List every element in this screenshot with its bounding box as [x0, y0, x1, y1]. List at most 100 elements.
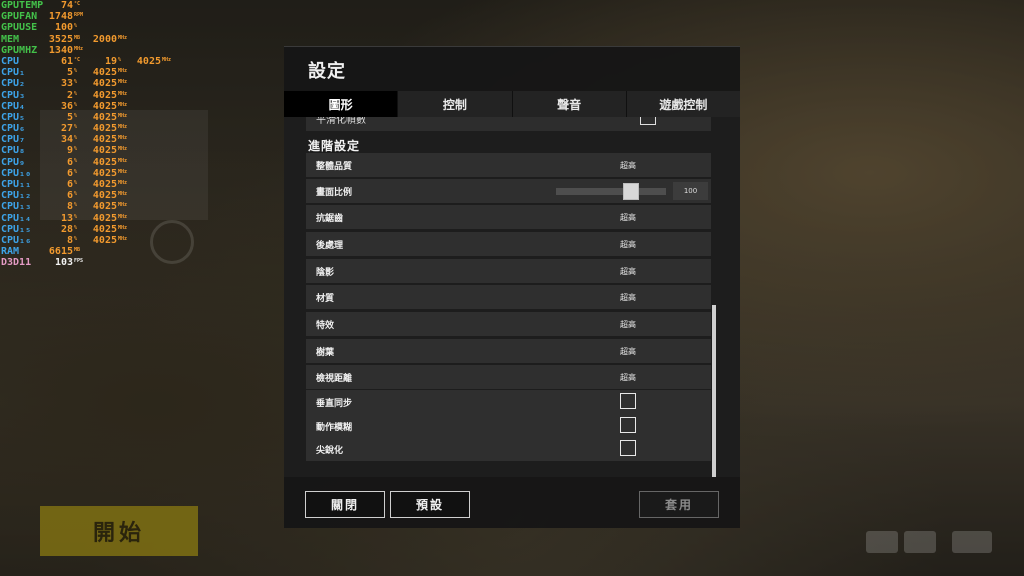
settings-dialog: 設定 圖形 控制 聲音 遊戲控制 平滑化幀數 進階設定 整體品質 超高 畫面比例…	[284, 46, 740, 528]
background-button-a	[866, 531, 898, 553]
overlay-u1: %	[74, 146, 78, 153]
overlay-u2: MHz	[118, 146, 128, 153]
smoothing-checkbox[interactable]	[640, 117, 656, 125]
screen-scale-slider-handle[interactable]	[622, 183, 639, 200]
overlay-u2: MHz	[118, 90, 128, 97]
overlay-v1: 5	[66, 111, 73, 123]
overlay-v2: 4025	[92, 134, 117, 146]
tab-controls[interactable]: 控制	[398, 91, 513, 117]
close-button[interactable]: 關閉	[305, 491, 385, 518]
setting-label: 抗鋸齒	[316, 214, 344, 224]
overlay-label: CPU₅	[1, 111, 26, 123]
overlay-label: CPU₃	[1, 89, 26, 101]
setting-value[interactable]: 超高	[620, 212, 636, 223]
overlay-v1: 5	[66, 67, 73, 79]
overlay-u1: %	[74, 168, 78, 175]
sharpen-checkbox[interactable]	[620, 440, 636, 456]
tab-graphics[interactable]: 圖形	[284, 91, 399, 117]
setting-label: 材質	[316, 294, 335, 304]
overlay-v1: 28	[60, 223, 73, 235]
overlay-u1: RPM	[74, 12, 84, 19]
screen-scale-value-input[interactable]: 100	[673, 182, 708, 200]
overlay-u1: MB	[74, 247, 81, 254]
overlay-v2: 4025	[92, 111, 117, 123]
overlay-label: GPUFAN	[1, 11, 38, 23]
content-scrollbar[interactable]	[712, 305, 716, 477]
overlay-u2: MHz	[118, 112, 128, 119]
setting-row-foliage[interactable]: 樹葉 超高	[306, 339, 711, 363]
overlay-label: CPU₉	[1, 156, 26, 168]
vsync-checkbox[interactable]	[620, 393, 636, 409]
overlay-v1: 27	[60, 123, 73, 135]
setting-label: 整體品質	[316, 162, 353, 172]
overlay-label: GPUUSE	[1, 22, 38, 34]
overlay-u1: %	[74, 124, 78, 131]
setting-value[interactable]: 超高	[620, 319, 636, 330]
overlay-u2: MHz	[118, 202, 128, 209]
overlay-u1: %	[74, 68, 78, 75]
overlay-v1: 6	[66, 167, 73, 179]
setting-row-shadows[interactable]: 陰影 超高	[306, 259, 711, 283]
overlay-label: CPU₁₅	[1, 223, 32, 235]
overlay-label: CPU₁₂	[1, 190, 32, 202]
overlay-v2: 4025	[92, 234, 117, 246]
overlay-u1: %	[74, 157, 78, 164]
overlay-v1: 100	[54, 22, 73, 34]
overlay-v1: 1340	[48, 44, 73, 56]
setting-value[interactable]: 超高	[620, 160, 636, 171]
tab-gameplay[interactable]: 遊戲控制	[626, 91, 740, 117]
setting-row-view-distance[interactable]: 檢視距離 超高	[306, 365, 711, 389]
setting-value[interactable]: 超高	[620, 346, 636, 357]
overlay-u2: MHz	[118, 180, 128, 186]
overlay-u2: MHz	[118, 235, 128, 242]
overlay-label: CPU₁₀	[1, 167, 32, 179]
screen-scale-slider-track[interactable]	[556, 188, 666, 195]
setting-value[interactable]: 超高	[620, 292, 636, 303]
overlay-v2: 19	[104, 55, 117, 67]
setting-row-textures[interactable]: 材質 超高	[306, 285, 711, 309]
background-circle-icon	[150, 220, 194, 264]
overlay-label: D3D11	[1, 257, 32, 269]
overlay-u2: MHz	[118, 68, 128, 75]
setting-row-overall-quality[interactable]: 整體品質 超高	[306, 153, 711, 177]
overlay-v2: 4025	[92, 78, 117, 90]
smoothing-row: 平滑化幀數	[306, 117, 711, 131]
setting-value[interactable]: 超高	[620, 372, 636, 383]
overlay-v1: 9	[66, 145, 73, 157]
overlay-v3: 4025	[136, 55, 161, 67]
setting-value[interactable]: 超高	[620, 239, 636, 250]
default-button[interactable]: 預設	[390, 491, 470, 518]
background-button-b	[904, 531, 936, 553]
overlay-u2: MHz	[118, 224, 128, 231]
overlay-v2: 4025	[92, 223, 117, 235]
overlay-u2: MHz	[118, 79, 128, 86]
overlay-u1: %	[74, 224, 78, 231]
setting-label: 樹葉	[316, 348, 335, 358]
setting-row-post-processing[interactable]: 後處理 超高	[306, 232, 711, 256]
overlay-label: CPU₁₄	[1, 212, 32, 224]
tab-sound[interactable]: 聲音	[512, 91, 627, 117]
overlay-u2: %	[118, 56, 122, 63]
overlay-label: CPU₁	[1, 67, 26, 79]
overlay-u1: %	[74, 79, 78, 86]
setting-label: 陰影	[316, 268, 335, 278]
motion-blur-checkbox[interactable]	[620, 417, 636, 433]
dialog-title: 設定	[308, 61, 346, 82]
overlay-u1: %	[74, 180, 78, 186]
setting-value[interactable]: 超高	[620, 266, 636, 277]
overlay-v2: 4025	[92, 89, 117, 101]
overlay-v2: 4025	[92, 123, 117, 135]
setting-label: 特效	[316, 321, 335, 331]
overlay-label: CPU₁₆	[1, 234, 32, 246]
setting-row-anti-aliasing[interactable]: 抗鋸齒 超高	[306, 205, 711, 229]
background-start-button: 開始	[40, 506, 198, 556]
overlay-v1: 8	[66, 234, 73, 246]
setting-row-sharpen: 尖銳化	[306, 437, 711, 461]
apply-button[interactable]: 套用	[639, 491, 719, 518]
overlay-u1: %	[74, 213, 78, 220]
overlay-label: CPU	[1, 55, 20, 67]
setting-row-effects[interactable]: 特效 超高	[306, 312, 711, 336]
overlay-v2: 2000	[92, 33, 117, 45]
settings-tabs: 圖形 控制 聲音 遊戲控制	[284, 91, 740, 117]
overlay-label: CPU₂	[1, 78, 26, 90]
